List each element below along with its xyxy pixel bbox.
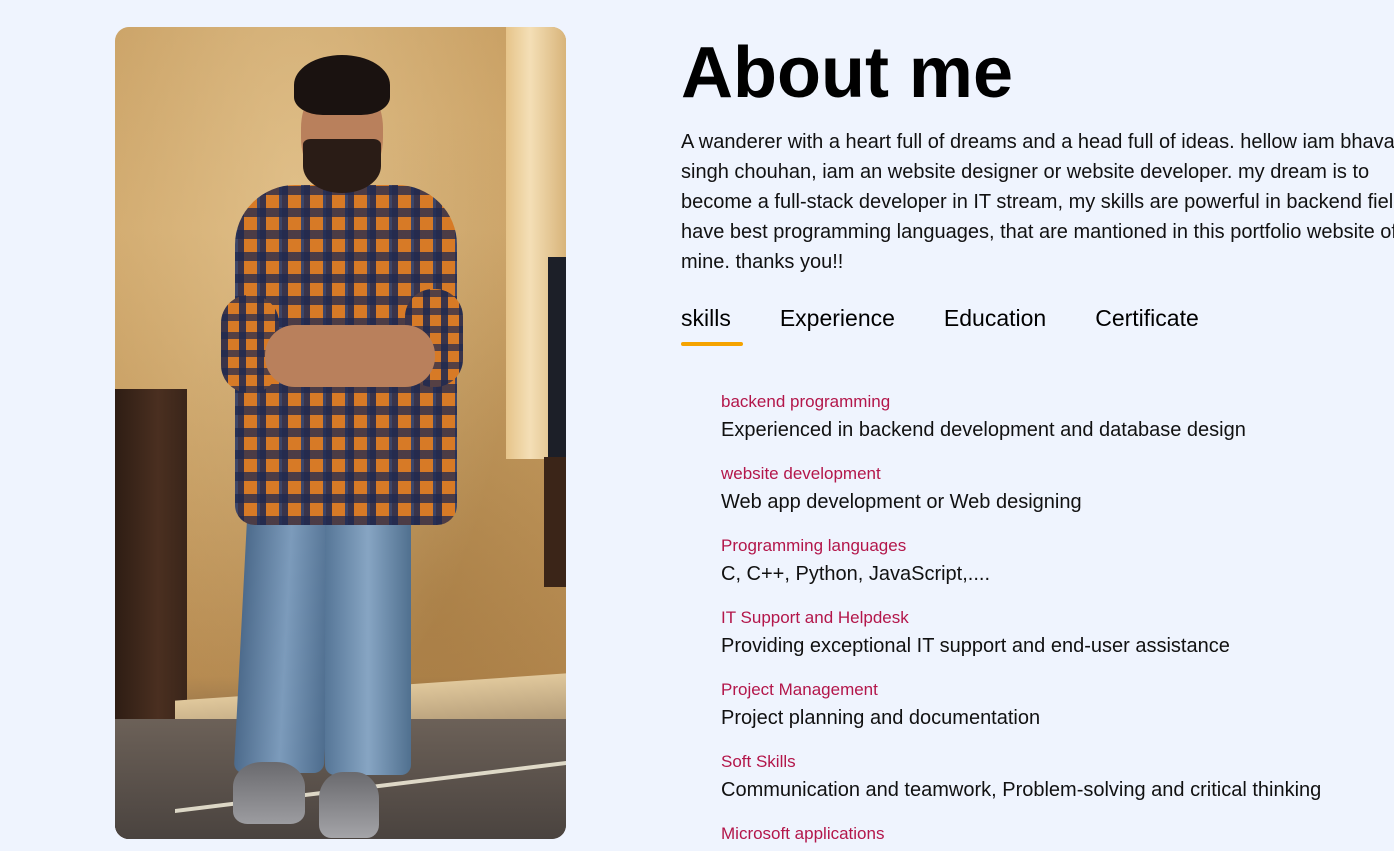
list-item: website development Web app development … <box>721 461 1321 519</box>
skill-name: Project Management <box>721 680 878 699</box>
tab-skills[interactable]: skills <box>681 302 743 346</box>
page-title: About me <box>681 33 1013 113</box>
skill-name: Microsoft applications <box>721 824 885 843</box>
person-hair <box>294 55 390 115</box>
skill-description: Project planning and documentation <box>721 707 1041 729</box>
person-leg-left <box>233 495 339 773</box>
person-shoe-right <box>319 772 379 838</box>
list-item: Project Management Project planning and … <box>721 677 1321 735</box>
skill-name: Programming languages <box>721 536 907 555</box>
list-item: Programming languages C, C++, Python, Ja… <box>721 533 1321 591</box>
tab-education[interactable]: Education <box>944 302 1046 344</box>
tab-certificate[interactable]: Certificate <box>1095 302 1199 344</box>
skill-description: Web app development or Web designing <box>721 491 1082 513</box>
skill-name: backend programming <box>721 392 891 411</box>
about-section: About me A wanderer with a heart full of… <box>0 0 1394 851</box>
list-item: IT Support and Helpdesk Providing except… <box>721 605 1321 663</box>
skill-description: C, C++, Python, JavaScript,.... <box>721 563 991 585</box>
tab-experience[interactable]: Experience <box>780 302 895 344</box>
skill-description: Experienced in backend development and d… <box>721 419 1246 441</box>
list-item: Microsoft applications <box>721 821 1321 846</box>
skill-description: Providing exceptional IT support and end… <box>721 635 1230 657</box>
list-item: Soft Skills Communication and teamwork, … <box>721 749 1321 807</box>
intro-text: A wanderer with a heart full of dreams a… <box>681 131 1394 273</box>
tab-bar: skills Experience Education Certificate <box>681 302 1199 346</box>
skills-list: backend programming Experienced in backe… <box>721 389 1321 851</box>
profile-photo <box>115 27 566 839</box>
list-item: backend programming Experienced in backe… <box>721 389 1321 447</box>
photo-person <box>115 27 566 839</box>
person-beard <box>303 139 381 193</box>
skill-name: website development <box>721 464 881 483</box>
skill-name: IT Support and Helpdesk <box>721 608 909 627</box>
skill-description: Communication and teamwork, Problem-solv… <box>721 779 1322 801</box>
person-shoe-left <box>233 762 305 824</box>
person-crossed-arms <box>265 325 435 387</box>
person-leg-right <box>325 495 411 775</box>
skill-name: Soft Skills <box>721 752 796 771</box>
